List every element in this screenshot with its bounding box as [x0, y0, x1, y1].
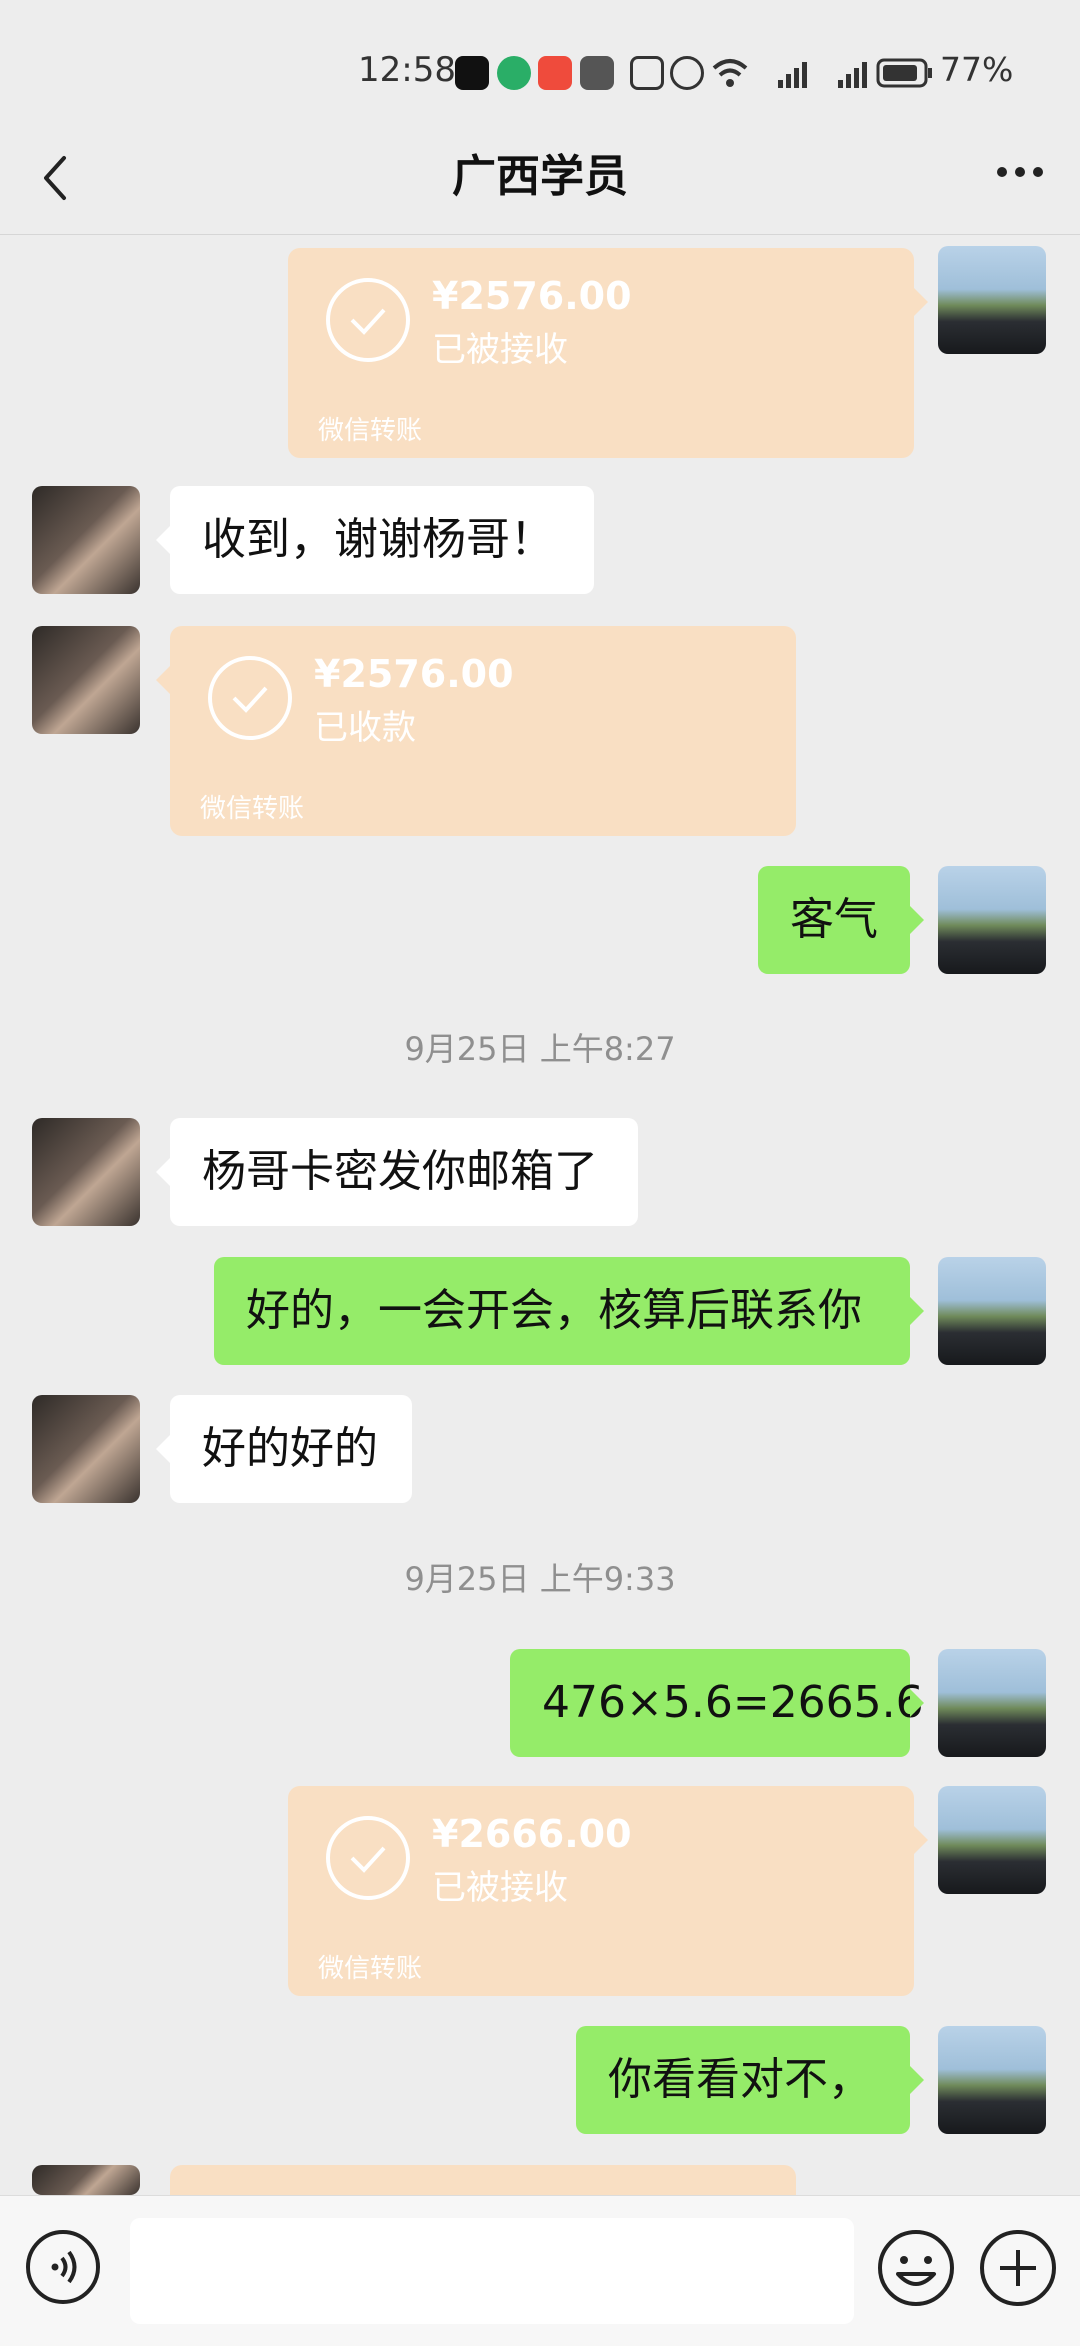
transfer-status: 已被接收 — [432, 330, 568, 370]
shield-icon — [497, 56, 531, 90]
avatar-contact[interactable] — [32, 486, 140, 594]
voice-icon[interactable] — [24, 2228, 102, 2306]
chat-title: 广西学员 — [452, 151, 628, 202]
transfer-label: 微信转账 — [200, 794, 305, 824]
back-icon[interactable] — [30, 148, 90, 208]
status-clock: 12:58 — [358, 50, 456, 90]
avatar-self[interactable] — [938, 866, 1046, 974]
bag-icon — [580, 56, 614, 90]
transfer-label: 微信转账 — [318, 416, 423, 446]
transfer-label: 微信转账 — [318, 1954, 423, 1984]
app-notification-icon — [538, 56, 572, 90]
message-bubble-sent[interactable]: 你看看对不， — [576, 2026, 924, 2134]
transfer-amount: ¥2576.00 — [314, 652, 514, 696]
avatar-self[interactable] — [938, 2026, 1046, 2134]
avatar-contact[interactable] — [32, 2165, 140, 2195]
avatar-self[interactable] — [938, 1649, 1046, 1757]
transfer-amount: ¥2576.00 — [432, 274, 632, 318]
check-circle-icon — [326, 1816, 410, 1900]
message-bubble-sent[interactable]: 476×5.6=2665.6 — [510, 1649, 924, 1757]
avatar-self[interactable] — [938, 1786, 1046, 1894]
battery-percent: 77% — [940, 50, 1014, 89]
transfer-amount: ¥2666.00 — [432, 1812, 632, 1856]
message-bubble-received[interactable]: 杨哥卡密发你邮箱了 — [156, 1118, 638, 1226]
avatar-self[interactable] — [938, 1257, 1046, 1365]
transfer-status: 已被接收 — [432, 1868, 568, 1908]
message-bubble-received[interactable]: 收到，谢谢杨哥！ — [156, 486, 594, 594]
avatar-contact[interactable] — [32, 1395, 140, 1503]
message-input[interactable] — [130, 2218, 854, 2324]
transfer-card-sent[interactable]: ¥2576.00 已被接收 微信转账 — [288, 248, 928, 458]
tiktok-icon — [455, 56, 489, 90]
avatar-self[interactable] — [938, 246, 1046, 354]
message-bubble-received[interactable]: 好的好的 — [156, 1395, 412, 1503]
plus-icon[interactable] — [978, 2228, 1058, 2308]
timestamp: 9月25日 上午9:33 — [404, 1560, 676, 1598]
check-circle-icon — [326, 278, 410, 362]
more-icon[interactable] — [990, 150, 1050, 194]
wifi-icon — [712, 59, 748, 87]
message-bubble-sent[interactable]: 客气 — [758, 866, 924, 974]
alarm-icon — [670, 56, 704, 90]
transfer-card-sent[interactable]: ¥2666.00 已被接收 微信转账 — [288, 1786, 928, 1996]
transfer-card-received[interactable] — [170, 2165, 796, 2195]
check-circle-icon — [208, 656, 292, 740]
transfer-card-received[interactable]: ¥2576.00 已收款 微信转账 — [156, 626, 796, 836]
transfer-status: 已收款 — [314, 708, 416, 748]
timestamp: 9月25日 上午8:27 — [404, 1030, 676, 1068]
avatar-contact[interactable] — [32, 1118, 140, 1226]
signal-5g-icon — [838, 62, 867, 88]
battery-icon — [876, 58, 932, 88]
avatar-contact[interactable] — [32, 626, 140, 734]
nfc-icon — [630, 56, 664, 90]
signal-5g-icon — [778, 62, 807, 88]
emoji-icon[interactable] — [876, 2228, 956, 2308]
message-bubble-sent[interactable]: 好的，一会开会，核算后联系你 — [214, 1257, 924, 1365]
